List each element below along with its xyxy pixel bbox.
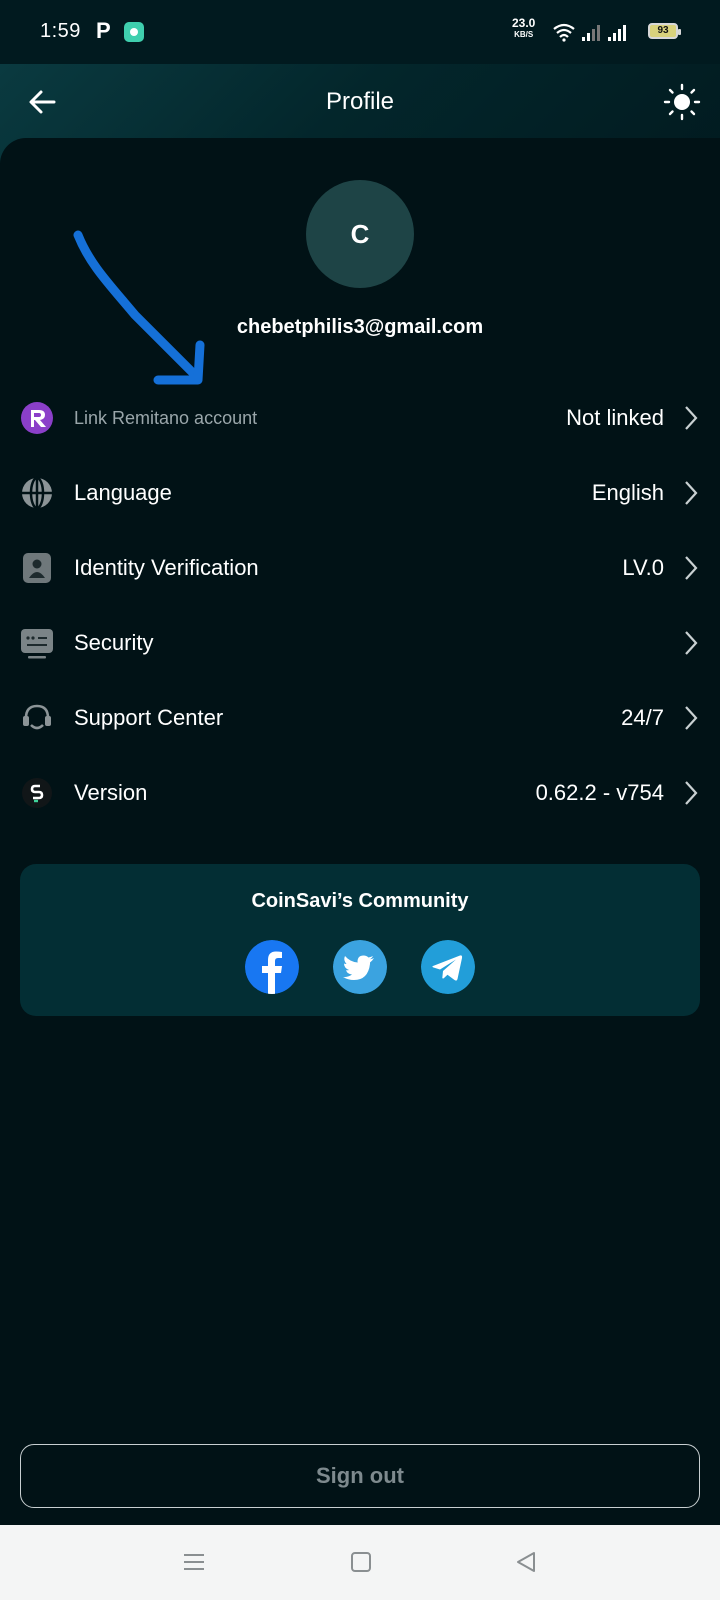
sign-out-button[interactable]: Sign out [20,1444,700,1508]
chevron-right-icon [685,706,698,730]
network-speed-value: 23.0 [512,16,536,30]
chevron-right-icon [685,781,698,805]
network-speed-unit: KB/S [514,30,534,39]
notification-p-icon: P [96,18,111,43]
facebook-icon[interactable] [245,940,299,994]
notification-chat-icon [124,22,144,42]
sun-icon[interactable] [662,82,702,122]
menu-item-value: Not linked [566,405,664,430]
annotation-arrow [73,230,205,385]
back-triangle-icon[interactable] [514,1550,538,1574]
menu-item-label: Link Remitano account [74,407,258,428]
remitano-icon [20,401,54,435]
page-title: Profile [325,88,395,115]
menu-item-support-center[interactable]: Support Center 24/7 [20,689,700,747]
menu-item-label: Security [74,630,154,655]
menu-item-security[interactable]: Security [20,614,700,672]
signal-icons [553,23,626,42]
menu-item-link-remitano[interactable]: Link Remitano account Not linked [20,389,700,447]
battery-icon: 93 [648,23,681,39]
chevron-right-icon [685,406,698,430]
menu-item-language[interactable]: Language English [20,464,700,522]
status-bar: 1:59 P 23.0 KB/S 93 [0,0,720,64]
menu-item-label: Version [74,780,148,805]
menu-item-identity-verification[interactable]: Identity Verification LV.0 [20,539,700,597]
status-time: 1:59 [40,20,81,42]
home-icon[interactable] [350,1551,372,1573]
chevron-right-icon [685,556,698,580]
menu-item-label: Language [74,480,172,505]
keypad-icon [20,626,54,660]
system-nav-bar [0,1525,720,1600]
chevron-right-icon [685,481,698,505]
menu-item-value: LV.0 [622,555,664,580]
app-logo-icon [20,776,54,810]
menu-item-version[interactable]: Version 0.62.2 - v754 [20,764,700,822]
community-title: CoinSavi’s Community [251,890,469,912]
menu-item-value: 0.62.2 - v754 [535,780,664,805]
network-speed: 23.0 KB/S [512,16,536,40]
menu-item-label: Support Center [74,705,224,730]
community-card: CoinSavi’s Community [20,864,700,1016]
chevron-right-icon [685,631,698,655]
twitter-icon[interactable] [333,940,387,994]
headset-icon [20,701,54,735]
avatar: C [306,180,414,288]
recent-apps-icon[interactable] [182,1550,206,1574]
telegram-icon[interactable] [421,940,475,994]
globe-icon [20,476,54,510]
menu-item-label: Identity Verification [74,555,259,580]
menu-item-value: 24/7 [621,705,664,730]
menu-item-value: English [591,480,664,505]
id-badge-icon [20,551,54,585]
